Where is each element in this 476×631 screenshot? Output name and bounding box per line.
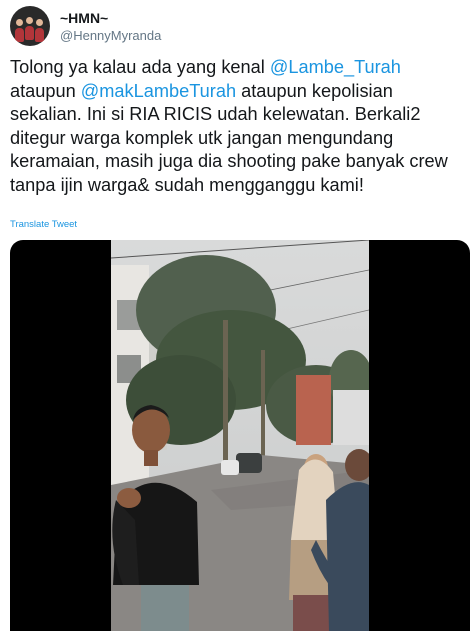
avatar-figure-icon [15,28,24,42]
user-names: ~HMN~ @HennyMyranda [60,10,161,44]
mention-link[interactable]: @makLambeTurah [81,81,236,101]
avatar-figure-icon [25,26,34,40]
video-frame-image [111,240,369,631]
avatar[interactable] [10,6,50,46]
video-player[interactable] [10,240,470,631]
tweet-text: Tolong ya kalau ada yang kenal @Lambe_Tu… [10,56,466,197]
mention-link[interactable]: @Lambe_Turah [270,57,401,77]
avatar-figure-icon [35,28,44,42]
user-handle[interactable]: @HennyMyranda [60,27,161,44]
tweet-text-part: sekalian. Ini si RIA RICIS udah kelewata… [10,104,448,195]
tweet-text-part: Tolong ya kalau ada yang kenal [10,57,270,77]
avatar-figure-icon [26,17,33,24]
tweet-text-part: ataupun [10,80,81,101]
translate-tweet-link[interactable]: Translate Tweet [10,219,77,230]
avatar-figure-icon [36,19,43,26]
display-name[interactable]: ~HMN~ [60,10,161,27]
avatar-figure-icon [16,19,23,26]
tweet-header: ~HMN~ @HennyMyranda [10,6,466,50]
tweet-text-part: ataupun kepolisian [236,80,393,101]
